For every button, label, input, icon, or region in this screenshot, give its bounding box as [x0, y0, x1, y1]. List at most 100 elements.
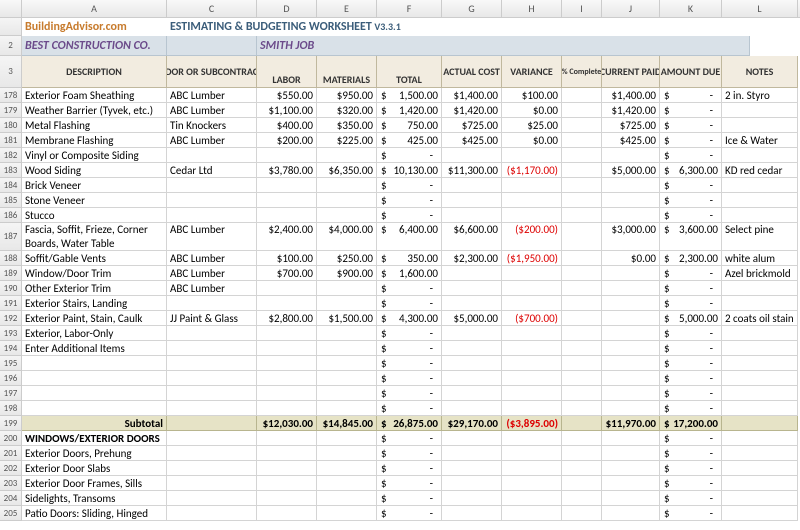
row-number[interactable]: 205 — [0, 506, 22, 521]
cell-variance[interactable]: ($3,895.00) — [502, 416, 562, 431]
cell-notes[interactable] — [722, 103, 798, 118]
cell-materials[interactable] — [317, 281, 377, 296]
cell-paid[interactable] — [602, 281, 660, 296]
cell-notes[interactable] — [722, 386, 798, 401]
cell-description[interactable] — [22, 401, 167, 416]
cell-paid[interactable] — [602, 178, 660, 193]
cell-variance[interactable] — [502, 356, 562, 371]
cell-pct[interactable] — [562, 88, 602, 103]
cell-pct[interactable] — [562, 446, 602, 461]
cell-pct[interactable] — [562, 371, 602, 386]
cell-variance[interactable] — [502, 461, 562, 476]
cell-actual[interactable]: $6,600.00 — [442, 223, 502, 251]
cell[interactable]: $- — [377, 461, 442, 476]
cell[interactable]: $- — [660, 476, 722, 491]
cell-notes[interactable] — [722, 401, 798, 416]
row-number[interactable]: 199 — [0, 416, 22, 431]
cell-notes[interactable]: white alum — [722, 251, 798, 266]
cell-pct[interactable] — [562, 103, 602, 118]
cell-variance[interactable]: ($200.00) — [502, 223, 562, 251]
cell-variance[interactable] — [502, 341, 562, 356]
cell-materials[interactable]: $6,350.00 — [317, 163, 377, 178]
cell-vendor[interactable] — [167, 326, 257, 341]
cell-actual[interactable] — [442, 401, 502, 416]
cell[interactable]: $- — [660, 461, 722, 476]
col-K[interactable]: K — [660, 0, 722, 17]
cell-variance[interactable]: ($1,170.00) — [502, 163, 562, 178]
cell[interactable]: $- — [660, 431, 722, 446]
row-number[interactable]: 202 — [0, 461, 22, 476]
row-number[interactable]: 179 — [0, 103, 22, 118]
cell-labor[interactable] — [257, 491, 317, 506]
cell[interactable]: $- — [377, 446, 442, 461]
cell-labor[interactable]: $1,100.00 — [257, 103, 317, 118]
cell-pct[interactable] — [562, 281, 602, 296]
cell-description[interactable]: Enter Additional Items — [22, 341, 167, 356]
cell[interactable]: $- — [377, 386, 442, 401]
cell-description[interactable]: Brick Veneer — [22, 178, 167, 193]
cell-description[interactable]: Stucco — [22, 208, 167, 223]
cell-variance[interactable] — [502, 296, 562, 311]
cell-pct[interactable] — [562, 251, 602, 266]
cell[interactable]: $- — [377, 296, 442, 311]
cell-paid[interactable] — [602, 356, 660, 371]
cell[interactable]: $- — [377, 193, 442, 208]
cell-paid[interactable] — [602, 476, 660, 491]
cell-materials[interactable] — [317, 461, 377, 476]
cell-labor[interactable] — [257, 281, 317, 296]
cell-paid[interactable] — [602, 341, 660, 356]
cell-notes[interactable] — [722, 476, 798, 491]
cell[interactable]: $- — [377, 401, 442, 416]
cell[interactable]: $- — [377, 178, 442, 193]
cell[interactable]: $- — [660, 178, 722, 193]
cell-description[interactable]: Wood Siding — [22, 163, 167, 178]
cell-description[interactable]: Vinyl or Composite Siding — [22, 148, 167, 163]
cell-vendor[interactable] — [167, 148, 257, 163]
col-J[interactable]: J — [602, 0, 660, 17]
cell-notes[interactable] — [722, 326, 798, 341]
cell-vendor[interactable] — [167, 461, 257, 476]
cell-description[interactable]: Weather Barrier (Tyvek, etc.) — [22, 103, 167, 118]
row-number[interactable]: 204 — [0, 491, 22, 506]
cell-labor[interactable] — [257, 356, 317, 371]
cell[interactable]: $2,300.00 — [660, 251, 722, 266]
cell[interactable]: $1,420.00 — [377, 103, 442, 118]
cell-notes[interactable] — [722, 506, 798, 521]
cell[interactable]: $6,400.00 — [377, 223, 442, 251]
cell-description[interactable]: Exterior Stairs, Landing — [22, 296, 167, 311]
cell[interactable]: $- — [660, 133, 722, 148]
cell-description[interactable]: Other Exterior Trim — [22, 281, 167, 296]
cell-variance[interactable] — [502, 446, 562, 461]
cell-materials[interactable] — [317, 506, 377, 521]
cell-vendor[interactable] — [167, 296, 257, 311]
cell-labor[interactable] — [257, 476, 317, 491]
cell[interactable]: $- — [660, 296, 722, 311]
cell-actual[interactable] — [442, 296, 502, 311]
cell-paid[interactable]: $11,970.00 — [602, 416, 660, 431]
cell-paid[interactable] — [602, 491, 660, 506]
cell-labor[interactable]: $100.00 — [257, 251, 317, 266]
cell-notes[interactable] — [722, 461, 798, 476]
cell-description[interactable] — [22, 356, 167, 371]
cell-pct[interactable] — [562, 133, 602, 148]
cell-labor[interactable] — [257, 446, 317, 461]
cell-description[interactable]: Exterior, Labor-Only — [22, 326, 167, 341]
cell-labor[interactable] — [257, 431, 317, 446]
cell-materials[interactable] — [317, 491, 377, 506]
cell-variance[interactable] — [502, 266, 562, 281]
cell-materials[interactable]: $225.00 — [317, 133, 377, 148]
cell[interactable]: $- — [660, 506, 722, 521]
row-number[interactable]: 178 — [0, 88, 22, 103]
cell-materials[interactable] — [317, 386, 377, 401]
cell-vendor[interactable] — [167, 386, 257, 401]
cell-description[interactable]: WINDOWS/EXTERIOR DOORS — [22, 431, 167, 446]
cell-actual[interactable] — [442, 266, 502, 281]
cell-labor[interactable] — [257, 401, 317, 416]
cell[interactable]: $- — [660, 326, 722, 341]
cell-materials[interactable] — [317, 401, 377, 416]
cell[interactable]: $350.00 — [377, 251, 442, 266]
cell[interactable]: $- — [660, 491, 722, 506]
cell-pct[interactable] — [562, 163, 602, 178]
cell[interactable]: $- — [377, 326, 442, 341]
cell-paid[interactable]: $425.00 — [602, 133, 660, 148]
